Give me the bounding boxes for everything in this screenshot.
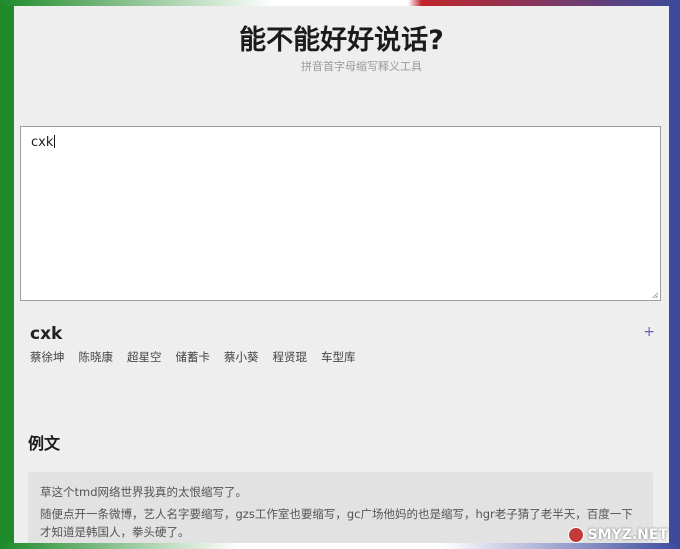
- page-subtitle: 拼音首字母缩写释义工具: [301, 60, 422, 73]
- candidate-tag[interactable]: 储蓄卡: [176, 349, 211, 365]
- candidate-tag[interactable]: 蔡徐坤: [30, 349, 65, 365]
- app-page: 能不能好好说话? 拼音首字母缩写释义工具 cxk cxk + 蔡徐坤 陈晓康 超…: [14, 6, 669, 543]
- examples-box: 草这个tmd网络世界我真的太恨缩写了。 随便点开一条微博，艺人名字要缩写，gzs…: [28, 472, 653, 543]
- abbreviation-input[interactable]: cxk: [20, 126, 661, 301]
- resize-grip-icon[interactable]: [652, 292, 658, 298]
- add-meaning-button[interactable]: +: [643, 324, 655, 340]
- candidate-tag[interactable]: 蔡小葵: [224, 349, 259, 365]
- candidate-tag[interactable]: 陈晓康: [79, 349, 114, 365]
- site-watermark: SMYZ.NET: [567, 527, 668, 543]
- abbreviation-input-value: cxk: [31, 135, 54, 150]
- page-title: 能不能好好说话?: [239, 25, 444, 56]
- candidate-tag[interactable]: 程贤琨: [273, 349, 308, 365]
- watermark-text: SMYZ.NET: [587, 527, 668, 543]
- result-abbreviation: cxk: [30, 324, 63, 344]
- candidate-list: 蔡徐坤 陈晓康 超星空 储蓄卡 蔡小葵 程贤琨 车型库: [30, 349, 356, 365]
- candidate-tag[interactable]: 车型库: [321, 349, 356, 365]
- candidate-tag[interactable]: 超星空: [127, 349, 162, 365]
- examples-heading: 例文: [28, 434, 61, 453]
- text-caret: [54, 135, 56, 148]
- example-paragraph: 随便点开一条微博，艺人名字要缩写，gzs工作室也要缩写，gc广场他妈的也是缩写，…: [40, 506, 633, 539]
- watermark-logo-icon: [567, 527, 584, 543]
- example-paragraph: 草这个tmd网络世界我真的太恨缩写了。: [40, 485, 248, 499]
- frame-bottom-border: [0, 543, 680, 549]
